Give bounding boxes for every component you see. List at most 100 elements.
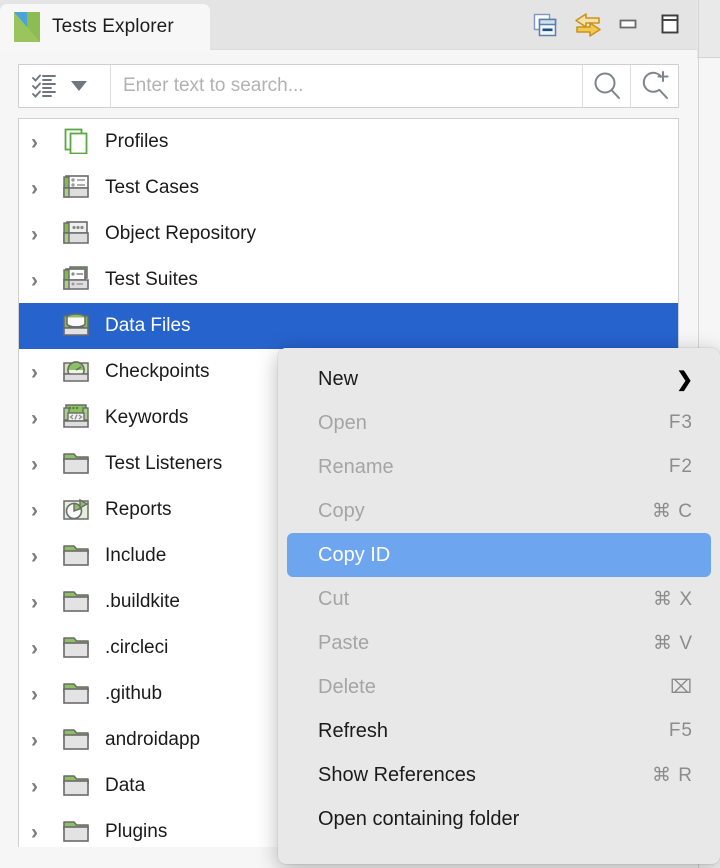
menu-item-label: Open (318, 412, 669, 435)
menu-item-open-containing-folder[interactable]: Open containing folder (287, 797, 711, 841)
menu-item-shortcut: ⌘ R (652, 764, 693, 787)
tree-item-object-repository[interactable]: › Object Repository (19, 211, 678, 257)
menu-item-shortcut: ⌘ C (652, 500, 693, 523)
keywords-icon (61, 403, 95, 433)
search-plus-icon[interactable] (630, 65, 678, 107)
menu-item-label: New (318, 368, 676, 391)
link-with-editor-icon[interactable] (573, 11, 601, 39)
search-area (0, 50, 697, 118)
chevron-right-icon[interactable]: › (31, 454, 61, 475)
search-icon[interactable] (582, 65, 630, 107)
menu-item-label: Copy ID (318, 544, 693, 567)
tab-strip: Tests Explorer (0, 0, 697, 50)
chevron-right-icon[interactable]: › (31, 132, 61, 153)
tab-tests-explorer[interactable]: Tests Explorer (0, 4, 210, 50)
chevron-right-icon[interactable]: › (31, 408, 61, 429)
checkpoints-icon (61, 357, 95, 387)
folder-icon (61, 449, 95, 479)
tree-item-label: Checkpoints (105, 361, 210, 383)
test-suites-icon (61, 265, 95, 295)
menu-item-label: Rename (318, 456, 669, 479)
tree-item-label: Include (105, 545, 166, 567)
tab-title: Tests Explorer (52, 16, 174, 38)
tree-item-test-suites[interactable]: › Test Suites (19, 257, 678, 303)
tree-item-label: Data Files (105, 315, 191, 337)
search-input[interactable] (111, 65, 582, 107)
chevron-right-icon[interactable]: › (31, 546, 61, 567)
tree-item-label: Test Listeners (105, 453, 222, 475)
menu-item-label: Refresh (318, 720, 669, 743)
menu-item-label: Cut (318, 588, 653, 611)
context-menu[interactable]: New❯OpenF3RenameF2Copy⌘ CCopy IDCut⌘ XPa… (278, 348, 720, 864)
tests-explorer-window: Tests Explorer (0, 0, 720, 868)
test-cases-icon (61, 173, 95, 203)
folder-icon (61, 633, 95, 663)
chevron-right-icon[interactable]: › (31, 684, 61, 705)
folder-icon (61, 725, 95, 755)
chevron-right-icon: ❯ (676, 367, 693, 392)
data-files-icon (61, 311, 95, 341)
menu-item-shortcut: ⌧ (670, 676, 693, 699)
folder-icon (61, 587, 95, 617)
menu-item-label: Paste (318, 632, 653, 655)
menu-item-paste: Paste⌘ V (287, 621, 711, 665)
menu-item-refresh[interactable]: RefreshF5 (287, 709, 711, 753)
folder-icon (61, 817, 95, 847)
tree-item-label: Keywords (105, 407, 188, 429)
checklist-filter-icon (31, 73, 61, 99)
folder-icon (61, 679, 95, 709)
menu-item-label: Open containing folder (318, 808, 693, 831)
tree-item-label: .circleci (105, 637, 168, 659)
tree-item-label: Data (105, 775, 145, 797)
menu-item-shortcut: F2 (669, 456, 693, 478)
menu-item-copy-id[interactable]: Copy ID (287, 533, 711, 577)
maximize-icon[interactable] (657, 11, 685, 39)
chevron-right-icon[interactable]: › (31, 500, 61, 521)
tree-item-label: Reports (105, 499, 172, 521)
chevron-right-icon[interactable]: › (31, 224, 61, 245)
menu-item-rename: RenameF2 (287, 445, 711, 489)
view-toolbar (531, 0, 685, 50)
chevron-right-icon[interactable]: › (31, 362, 61, 383)
tree-item-label: androidapp (105, 729, 200, 751)
tree-item-label: Object Repository (105, 223, 256, 245)
menu-item-show-references[interactable]: Show References⌘ R (287, 753, 711, 797)
background-panel-right-header (699, 0, 720, 58)
chevron-right-icon[interactable]: › (31, 638, 61, 659)
menu-item-shortcut: ⌘ X (653, 588, 693, 611)
collapse-all-icon[interactable] (531, 11, 559, 39)
tree-item-label: Plugins (105, 821, 167, 843)
menu-item-shortcut: F5 (669, 720, 693, 742)
menu-item-new[interactable]: New❯ (287, 357, 711, 401)
katalon-logo-icon (14, 12, 40, 42)
tree-item-label: Test Suites (105, 269, 198, 291)
menu-item-copy: Copy⌘ C (287, 489, 711, 533)
tree-item-test-cases[interactable]: › Test Cases (19, 165, 678, 211)
menu-item-delete: Delete⌧ (287, 665, 711, 709)
chevron-right-icon[interactable]: › (31, 178, 61, 199)
minimize-icon[interactable] (615, 11, 643, 39)
menu-item-open: OpenF3 (287, 401, 711, 445)
tree-item-label: .github (105, 683, 162, 705)
tree-item-data-files[interactable]: Data Files (19, 303, 678, 349)
menu-item-cut: Cut⌘ X (287, 577, 711, 621)
chevron-right-icon[interactable]: › (31, 730, 61, 751)
object-repository-icon (61, 219, 95, 249)
tree-item-label: .buildkite (105, 591, 180, 613)
chevron-right-icon[interactable]: › (31, 822, 61, 843)
tree-item-label: Profiles (105, 131, 168, 153)
menu-item-label: Delete (318, 676, 670, 699)
tree-item-profiles[interactable]: › Profiles (19, 119, 678, 165)
tree-item-label: Test Cases (105, 177, 199, 199)
menu-item-shortcut: ⌘ V (653, 632, 693, 655)
reports-icon (61, 495, 95, 525)
chevron-right-icon[interactable]: › (31, 592, 61, 613)
folder-icon (61, 771, 95, 801)
folder-icon (61, 541, 95, 571)
chevron-right-icon[interactable]: › (31, 270, 61, 291)
profiles-icon (61, 127, 95, 157)
chevron-down-icon (71, 81, 87, 91)
search-bar (18, 64, 679, 108)
search-filter-dropdown[interactable] (19, 65, 111, 107)
chevron-right-icon[interactable]: › (31, 776, 61, 797)
